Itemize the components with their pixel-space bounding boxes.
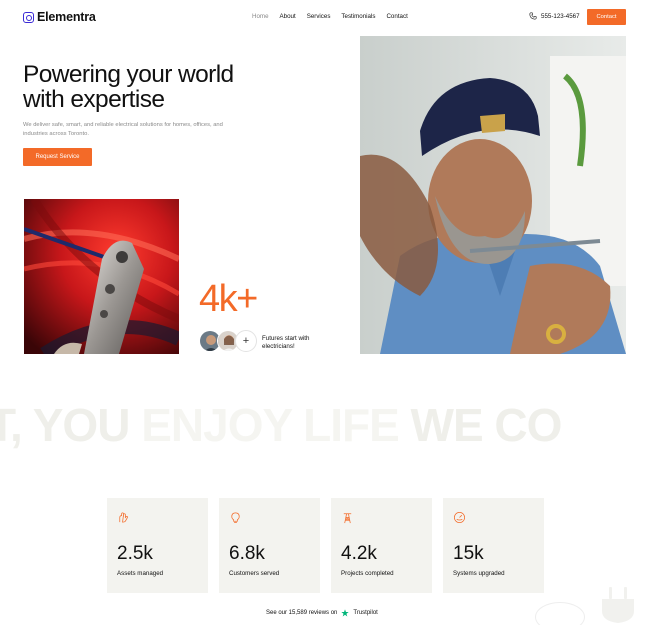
phone-icon bbox=[529, 12, 537, 20]
main-nav: Home About Services Testimonials Contact bbox=[252, 13, 408, 20]
nav-contact[interactable]: Contact bbox=[386, 13, 407, 20]
stat-label: Customers served bbox=[229, 570, 280, 577]
hero-title: Powering your world with expertise bbox=[23, 62, 323, 112]
stat-card-customers: 6.8k Customers served bbox=[219, 498, 320, 593]
marquee-part1: T, YOU bbox=[0, 399, 142, 451]
stat-card-assets: 2.5k Assets managed bbox=[107, 498, 208, 593]
stat-card-projects: 4.2k Projects completed bbox=[331, 498, 432, 593]
bulb-icon bbox=[231, 512, 240, 523]
stats-cards: 2.5k Assets managed 6.8k Customers serve… bbox=[107, 498, 544, 593]
hero-title-line1: Powering your world bbox=[23, 61, 234, 88]
stat-value: 15k bbox=[453, 543, 484, 564]
hero-description: We deliver safe, smart, and reliable ele… bbox=[23, 122, 223, 137]
landing-page: Elementra Home About Services Testimonia… bbox=[0, 0, 650, 625]
hero-title-line2: with expertise bbox=[23, 86, 165, 113]
marquee-text: T, YOU ENJOY LIFE WE CO bbox=[0, 398, 563, 452]
stat-value: 2.5k bbox=[117, 543, 153, 564]
electrician-photo bbox=[360, 36, 626, 354]
highlight-caption: Futures start with electricians! bbox=[262, 335, 310, 350]
phone-number: 555-123-4567 bbox=[541, 12, 580, 20]
trustpilot-star-icon bbox=[341, 609, 350, 617]
logo[interactable]: Elementra bbox=[23, 10, 96, 24]
nav-testimonials[interactable]: Testimonials bbox=[341, 13, 375, 20]
trustpilot-brand: Trustpilot bbox=[353, 610, 378, 616]
logo-text: Elementra bbox=[37, 10, 96, 24]
tower-icon bbox=[343, 513, 352, 524]
stat-label: Assets managed bbox=[117, 570, 164, 577]
wire-crimper-image bbox=[24, 199, 179, 354]
decorative-arc bbox=[535, 602, 585, 625]
plug-icon bbox=[602, 587, 634, 623]
hand-icon bbox=[119, 512, 129, 523]
nav-about[interactable]: About bbox=[280, 13, 296, 20]
gauge-icon bbox=[454, 512, 465, 523]
stat-label: Projects completed bbox=[341, 570, 394, 577]
contact-button[interactable]: Contact bbox=[587, 9, 626, 25]
logo-icon bbox=[23, 11, 34, 23]
stat-card-systems: 15k Systems upgraded bbox=[443, 498, 544, 593]
highlight-stat: 4k+ bbox=[199, 278, 258, 320]
trustpilot-reviews[interactable]: See our 15,589 reviews on Trustpilot bbox=[266, 609, 378, 617]
nav-home[interactable]: Home bbox=[252, 13, 269, 20]
add-icon[interactable]: + bbox=[235, 330, 257, 352]
stat-label: Systems upgraded bbox=[453, 570, 505, 577]
marquee-part2: ENJOY LIFE bbox=[141, 399, 400, 451]
nav-services[interactable]: Services bbox=[307, 13, 331, 20]
marquee-part3: WE CO bbox=[398, 399, 563, 451]
avatar-group: + bbox=[199, 330, 257, 352]
request-service-button[interactable]: Request Service bbox=[23, 148, 92, 166]
reviews-text: See our 15,589 reviews on bbox=[266, 610, 338, 616]
stat-value: 6.8k bbox=[229, 543, 265, 564]
phone-link[interactable]: 555-123-4567 bbox=[529, 12, 580, 20]
stat-value: 4.2k bbox=[341, 543, 377, 564]
